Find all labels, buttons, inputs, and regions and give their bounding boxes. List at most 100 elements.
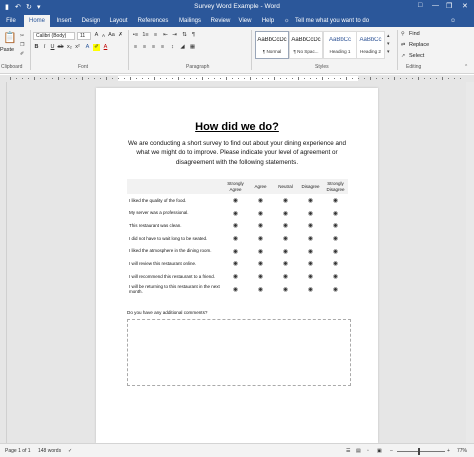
radio-option[interactable]: ◉: [298, 257, 323, 270]
align-right-icon[interactable]: ≡: [150, 44, 157, 51]
superscript-icon[interactable]: x²: [74, 44, 81, 51]
copy-icon[interactable]: ❐: [20, 42, 24, 48]
restore-icon[interactable]: ❐: [446, 2, 452, 10]
comments-box[interactable]: [127, 319, 351, 386]
radio-option[interactable]: ◉: [248, 270, 273, 283]
radio-option[interactable]: ◉: [273, 283, 298, 296]
minimize-icon[interactable]: —: [432, 2, 439, 9]
radio-option[interactable]: ◉: [223, 257, 248, 270]
web-layout-icon[interactable]: ▣: [377, 448, 382, 454]
radio-option[interactable]: ◉: [298, 245, 323, 258]
zoom-in-icon[interactable]: +: [447, 448, 450, 454]
radio-option[interactable]: ◉: [223, 232, 248, 245]
style-heading-2[interactable]: AaBbCc Heading 2: [356, 31, 385, 59]
zoom-out-icon[interactable]: –: [390, 448, 393, 454]
tab-review[interactable]: Review: [208, 15, 233, 27]
style-heading-1[interactable]: AaBbCc Heading 1: [323, 31, 357, 59]
focus-mode-icon[interactable]: ☰: [346, 448, 350, 454]
font-color-icon[interactable]: A: [102, 44, 109, 51]
radio-option[interactable]: ◉: [298, 219, 323, 232]
tell-me-search[interactable]: Tell me what you want to do: [295, 15, 369, 27]
word-count[interactable]: 148 words: [38, 448, 61, 454]
change-case-icon[interactable]: Aa: [108, 32, 115, 39]
document-page[interactable]: How did we do? We are conducting a short…: [96, 88, 378, 443]
radio-option[interactable]: ◉: [323, 207, 348, 220]
tab-help[interactable]: Help: [258, 15, 278, 27]
zoom-slider-thumb[interactable]: [418, 448, 420, 455]
shading-icon[interactable]: ◢: [179, 44, 186, 51]
increase-indent-icon[interactable]: ⇥: [171, 32, 178, 39]
radio-option[interactable]: ◉: [298, 270, 323, 283]
radio-option[interactable]: ◉: [248, 232, 273, 245]
tab-layout[interactable]: Layout: [106, 15, 131, 27]
radio-option[interactable]: ◉: [223, 283, 248, 296]
radio-option[interactable]: ◉: [248, 257, 273, 270]
print-layout-icon[interactable]: ▫: [367, 448, 369, 454]
radio-option[interactable]: ◉: [298, 283, 323, 296]
radio-option[interactable]: ◉: [223, 245, 248, 258]
align-left-icon[interactable]: ≡: [132, 44, 139, 51]
shrink-font-icon[interactable]: A: [100, 32, 107, 39]
decrease-indent-icon[interactable]: ⇤: [162, 32, 169, 39]
highlight-icon[interactable]: ✐: [93, 44, 100, 51]
radio-option[interactable]: ◉: [323, 194, 348, 207]
radio-option[interactable]: ◉: [223, 194, 248, 207]
text-effects-icon[interactable]: A: [84, 44, 91, 51]
sort-icon[interactable]: ⇅: [181, 32, 188, 39]
vertical-scrollbar[interactable]: [466, 82, 474, 443]
radio-option[interactable]: ◉: [248, 219, 273, 232]
collapse-ribbon-icon[interactable]: ⌃: [464, 64, 468, 70]
radio-option[interactable]: ◉: [273, 245, 298, 258]
line-spacing-icon[interactable]: ↕: [169, 44, 176, 51]
underline-icon[interactable]: U: [49, 44, 56, 51]
radio-option[interactable]: ◉: [273, 257, 298, 270]
radio-option[interactable]: ◉: [223, 207, 248, 220]
radio-option[interactable]: ◉: [248, 245, 273, 258]
radio-option[interactable]: ◉: [223, 219, 248, 232]
find-button[interactable]: Find: [409, 31, 420, 37]
tab-file[interactable]: File: [2, 15, 20, 27]
show-marks-icon[interactable]: ¶: [190, 32, 197, 39]
radio-option[interactable]: ◉: [298, 207, 323, 220]
strikethrough-icon[interactable]: ab: [57, 44, 64, 51]
font-size-select[interactable]: 11: [77, 32, 91, 40]
radio-option[interactable]: ◉: [273, 219, 298, 232]
paste-icon[interactable]: 📋: [3, 31, 17, 44]
tab-insert[interactable]: Insert: [52, 15, 76, 27]
replace-button[interactable]: Replace: [409, 42, 429, 48]
tab-references[interactable]: References: [134, 15, 172, 27]
align-center-icon[interactable]: ≡: [141, 44, 148, 51]
numbering-icon[interactable]: 1≡: [142, 32, 149, 39]
horizontal-ruler[interactable]: [0, 75, 474, 82]
subscript-icon[interactable]: x₂: [66, 44, 73, 51]
radio-option[interactable]: ◉: [323, 257, 348, 270]
close-icon[interactable]: ✕: [462, 2, 468, 10]
radio-option[interactable]: ◉: [248, 207, 273, 220]
radio-option[interactable]: ◉: [298, 232, 323, 245]
radio-option[interactable]: ◉: [248, 194, 273, 207]
radio-option[interactable]: ◉: [223, 270, 248, 283]
proofing-icon[interactable]: ✓: [68, 448, 72, 454]
tab-view[interactable]: View: [235, 15, 255, 27]
read-mode-icon[interactable]: ▤: [356, 448, 361, 454]
page-count[interactable]: Page 1 of 1: [5, 448, 31, 454]
grow-font-icon[interactable]: A: [93, 32, 100, 39]
zoom-slider[interactable]: [397, 451, 445, 452]
styles-scroll-up-icon[interactable]: ▴: [387, 33, 390, 39]
format-painter-icon[interactable]: ✐: [20, 51, 24, 57]
zoom-level[interactable]: 77%: [457, 448, 467, 454]
radio-option[interactable]: ◉: [323, 270, 348, 283]
tab-mailings[interactable]: Mailings: [175, 15, 205, 27]
radio-option[interactable]: ◉: [323, 219, 348, 232]
styles-more-icon[interactable]: ▾: [387, 49, 390, 55]
radio-option[interactable]: ◉: [323, 283, 348, 296]
radio-option[interactable]: ◉: [273, 232, 298, 245]
borders-icon[interactable]: ▦: [189, 44, 196, 51]
radio-option[interactable]: ◉: [323, 245, 348, 258]
italic-icon[interactable]: I: [41, 44, 48, 51]
radio-option[interactable]: ◉: [298, 194, 323, 207]
paste-button[interactable]: Paste: [0, 47, 14, 53]
ribbon-options-icon[interactable]: □: [418, 2, 422, 9]
tab-design[interactable]: Design: [79, 15, 103, 27]
vertical-ruler[interactable]: [0, 82, 7, 443]
